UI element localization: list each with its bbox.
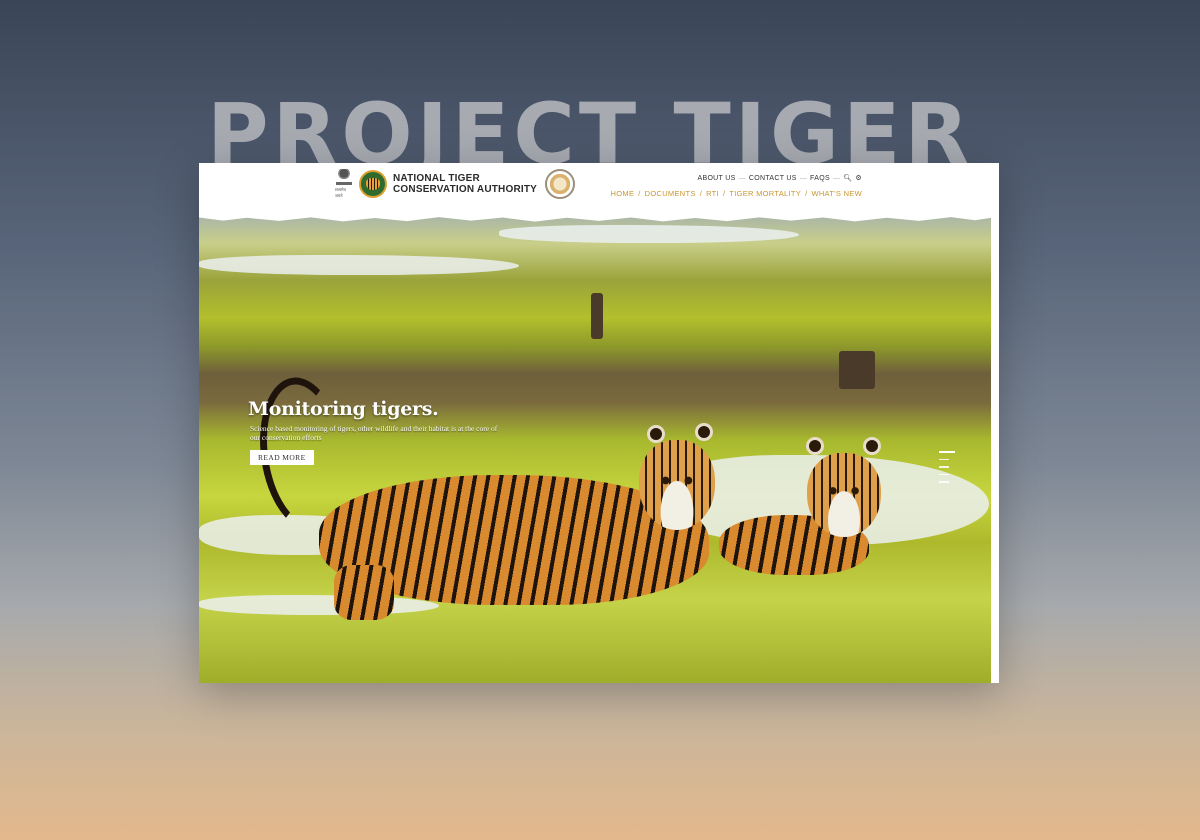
water-patch bbox=[199, 595, 439, 615]
slide-indicator[interactable] bbox=[939, 481, 949, 483]
tiger-ear bbox=[863, 437, 881, 455]
contact-us-link[interactable]: CONTACT US bbox=[749, 175, 797, 182]
tiger-ear bbox=[806, 437, 824, 455]
org-name-line2: CONSERVATION AUTHORITY bbox=[393, 184, 538, 195]
slide-indicator[interactable] bbox=[939, 458, 949, 460]
ntca-tiger-logo-icon bbox=[359, 170, 387, 198]
nav-home[interactable]: HOME bbox=[611, 189, 635, 198]
tiger-head bbox=[807, 453, 881, 537]
water-patch bbox=[499, 225, 799, 243]
tree-stump bbox=[591, 293, 603, 339]
slide-indicator[interactable] bbox=[939, 473, 949, 475]
nav-tiger-mortality[interactable]: TIGER MORTALITY bbox=[729, 189, 801, 198]
hero-description: Science based monitoring of tigers, othe… bbox=[250, 424, 498, 442]
nav-whats-new[interactable]: WHAT'S NEW bbox=[811, 189, 862, 198]
faqs-link[interactable]: FAQS bbox=[810, 175, 830, 182]
slider-indicator bbox=[939, 451, 955, 483]
emblem-base bbox=[336, 182, 352, 185]
tiger-head bbox=[639, 440, 715, 530]
nav-separator: / bbox=[805, 189, 808, 198]
search-icon[interactable]: 🔍︎ bbox=[843, 174, 852, 182]
hero-title: Monitoring tigers. bbox=[248, 398, 439, 420]
emblem-motto: सत्यमेव जयते bbox=[335, 187, 346, 198]
nav-documents[interactable]: DOCUMENTS bbox=[645, 189, 696, 198]
website-screenshot: सत्यमेव जयते NATIONAL TIGER CONSERVATION… bbox=[199, 163, 999, 683]
tiger-ear bbox=[695, 423, 713, 441]
utility-nav: ABOUT US — CONTACT US — FAQS — 🔍︎ ⚙ bbox=[698, 174, 863, 183]
hero-banner bbox=[199, 215, 991, 683]
org-name-line1: NATIONAL TIGER bbox=[393, 173, 480, 184]
tree-stump bbox=[839, 351, 875, 389]
nav-separator: / bbox=[638, 189, 641, 198]
frame-edge bbox=[991, 215, 999, 683]
water-patch bbox=[199, 255, 519, 275]
lion-capital-icon bbox=[337, 169, 351, 181]
tiger-body bbox=[334, 565, 394, 620]
national-emblem-icon: सत्यमेव जयते bbox=[335, 169, 353, 199]
organization-name: NATIONAL TIGER CONSERVATION AUTHORITY bbox=[393, 173, 537, 195]
nav-separator: / bbox=[699, 189, 703, 198]
read-more-button[interactable]: READ MORE bbox=[250, 450, 314, 465]
project-tiger-seal-icon bbox=[545, 169, 576, 199]
logo-group[interactable]: सत्यमेव जयते NATIONAL TIGER CONSERVATION… bbox=[335, 169, 576, 199]
separator: — bbox=[832, 174, 841, 182]
about-us-link[interactable]: ABOUT US bbox=[698, 175, 736, 182]
gear-icon[interactable]: ⚙ bbox=[855, 174, 862, 182]
slide-indicator[interactable] bbox=[939, 451, 955, 453]
separator: — bbox=[738, 174, 746, 182]
tiger-ear bbox=[647, 425, 665, 443]
slide-indicator[interactable] bbox=[939, 466, 949, 468]
site-header: सत्यमेव जयते NATIONAL TIGER CONSERVATION… bbox=[199, 163, 999, 215]
nav-rti[interactable]: RTI bbox=[706, 189, 719, 198]
tiger-face-icon bbox=[366, 178, 380, 190]
separator: — bbox=[799, 174, 808, 182]
main-nav: HOME / DOCUMENTS / RTI / TIGER MORTALITY… bbox=[611, 189, 862, 198]
nav-separator: / bbox=[722, 189, 726, 198]
